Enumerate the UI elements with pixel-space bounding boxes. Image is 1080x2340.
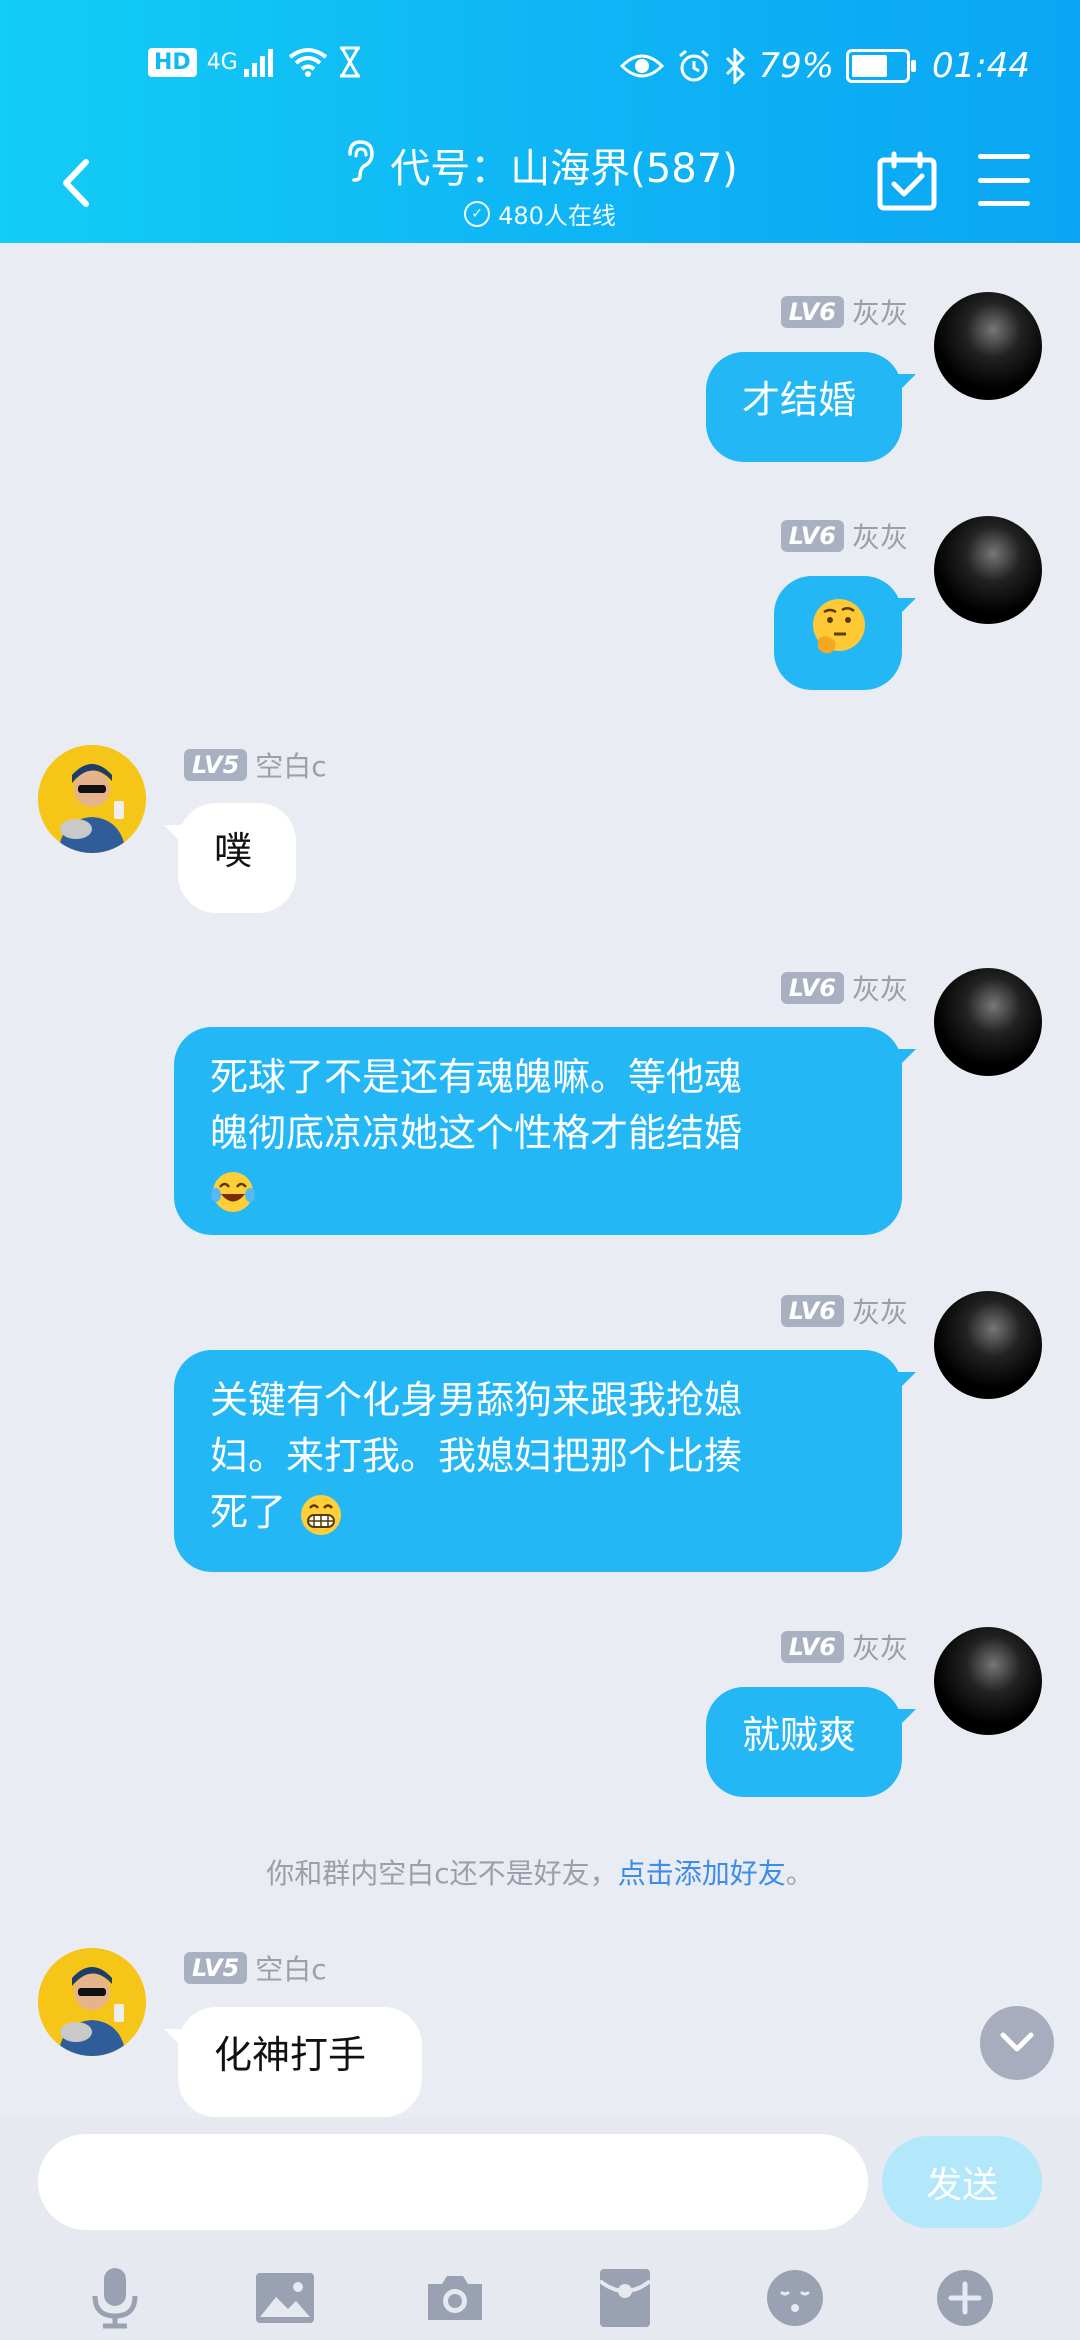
level-badge: LV6 <box>780 972 844 1004</box>
sender-name[interactable]: 空白c <box>255 745 326 785</box>
online-status-icon: ✓ <box>464 200 491 227</box>
avatar[interactable] <box>934 968 1042 1076</box>
signal-icon <box>243 47 278 77</box>
status-bar: HD 4G 79% 01:44 <box>0 0 1080 130</box>
message-bubble[interactable]: 化神打手 <box>178 2007 422 2117</box>
red-packet-icon <box>598 2269 652 2327</box>
hourglass-icon <box>338 46 362 78</box>
message-text: 才结婚 <box>742 378 857 422</box>
cartoon-avatar-icon <box>38 1948 146 2056</box>
friend-request-notice: 你和群内空白c还不是好友，点击添加好友。 <box>0 1852 1080 1892</box>
sender-name[interactable]: 灰灰 <box>852 1291 908 1331</box>
message-bubble[interactable]: 噗 <box>178 803 296 913</box>
message-text: 噗 <box>214 829 253 873</box>
emoji-button[interactable] <box>759 2262 831 2334</box>
sender-name[interactable]: 灰灰 <box>852 292 908 332</box>
avatar[interactable] <box>934 516 1042 624</box>
input-toolbar <box>0 2256 1080 2340</box>
online-count: 480人在线 <box>498 202 616 230</box>
avatar[interactable] <box>934 1291 1042 1399</box>
chat-title: 代号：山海界(587) <box>390 146 738 192</box>
message-bubble[interactable]: 关键有个化身男舔狗来跟我抢媳 妇。来打我。我媳妇把那个比揍 死了 <box>174 1350 902 1572</box>
send-button[interactable]: 发送 <box>882 2136 1042 2228</box>
sender-name[interactable]: 灰灰 <box>852 1627 908 1667</box>
avatar[interactable] <box>38 745 146 853</box>
grinning-face-emoji <box>301 1494 342 1535</box>
wifi-icon <box>288 47 328 77</box>
message-text: 关键有个化身男舔狗来跟我抢媳 <box>210 1378 743 1422</box>
eye-icon <box>620 52 665 80</box>
add-friend-link[interactable]: 点击添加好友 <box>618 1857 786 1890</box>
sender-name[interactable]: 空白c <box>255 1948 326 1988</box>
battery-icon <box>846 49 917 83</box>
message-text: 就贼爽 <box>742 1713 857 1757</box>
sender-name[interactable]: 灰灰 <box>852 516 908 556</box>
level-badge: LV5 <box>184 749 248 781</box>
message-bubble[interactable] <box>774 576 902 690</box>
scroll-to-bottom-button[interactable] <box>980 2006 1054 2080</box>
menu-button[interactable] <box>978 154 1030 206</box>
ear-icon <box>342 138 376 192</box>
camera-icon <box>428 2276 482 2320</box>
sender-name[interactable]: 灰灰 <box>852 968 908 1008</box>
more-button[interactable] <box>929 2262 1001 2334</box>
avatar[interactable] <box>934 1627 1042 1735</box>
menu-line-icon <box>978 177 1030 183</box>
hd-indicator: HD <box>148 47 197 77</box>
level-badge: LV6 <box>780 296 844 328</box>
bluetooth-icon <box>724 48 746 84</box>
emoji-icon <box>767 2270 823 2326</box>
notice-suffix: 。 <box>785 1857 814 1890</box>
notice-text: 你和群内空白c还不是好友， <box>266 1857 618 1890</box>
thinking-face-emoji <box>813 599 865 654</box>
message-text: 魄彻底凉凉她这个性格才能结婚 <box>210 1111 743 1155</box>
message-bubble[interactable]: 就贼爽 <box>706 1687 902 1797</box>
microphone-icon <box>92 2268 138 2329</box>
cartoon-avatar-icon <box>38 745 146 853</box>
clock-time: 01:44 <box>932 46 1030 86</box>
calendar-check-button[interactable] <box>876 150 938 212</box>
battery-percent: 79% <box>758 46 835 86</box>
menu-line-icon <box>978 201 1030 206</box>
calendar-check-icon <box>877 151 937 211</box>
laughing-tears-emoji <box>211 1171 255 1212</box>
network-type: 4G <box>206 49 238 75</box>
chat-header: HD 4G 79% 01:44 代号：山海界(587) ✓ 480人在线 <box>0 0 1080 243</box>
image-button[interactable] <box>249 2262 321 2334</box>
nav-bar: 代号：山海界(587) ✓ 480人在线 <box>0 130 1080 243</box>
menu-line-icon <box>978 154 1030 159</box>
message-text: 死了 <box>210 1490 287 1534</box>
message-text: 死球了不是还有魂魄嘛。等他魂 <box>210 1055 743 1099</box>
message-bubble[interactable]: 死球了不是还有魂魄嘛。等他魂 魄彻底凉凉她这个性格才能结婚 <box>174 1027 902 1235</box>
chevron-down-icon <box>1000 2032 1034 2052</box>
camera-button[interactable] <box>419 2262 491 2334</box>
level-badge: LV6 <box>780 1631 844 1663</box>
level-badge: LV6 <box>780 1295 844 1327</box>
message-input[interactable] <box>38 2134 868 2230</box>
avatar[interactable] <box>934 292 1042 400</box>
message-bubble[interactable]: 才结婚 <box>706 352 902 462</box>
image-icon <box>256 2273 314 2323</box>
level-badge: LV6 <box>780 520 844 552</box>
red-packet-button[interactable] <box>589 2262 661 2334</box>
voice-button[interactable] <box>79 2262 151 2334</box>
plus-icon <box>937 2270 993 2326</box>
level-badge: LV5 <box>184 1952 248 1984</box>
message-text: 妇。来打我。我媳妇把那个比揍 <box>210 1434 743 1478</box>
avatar[interactable] <box>38 1948 146 2056</box>
input-area: 发送 <box>0 2118 1080 2340</box>
message-text: 化神打手 <box>214 2033 367 2077</box>
alarm-icon <box>676 48 712 84</box>
